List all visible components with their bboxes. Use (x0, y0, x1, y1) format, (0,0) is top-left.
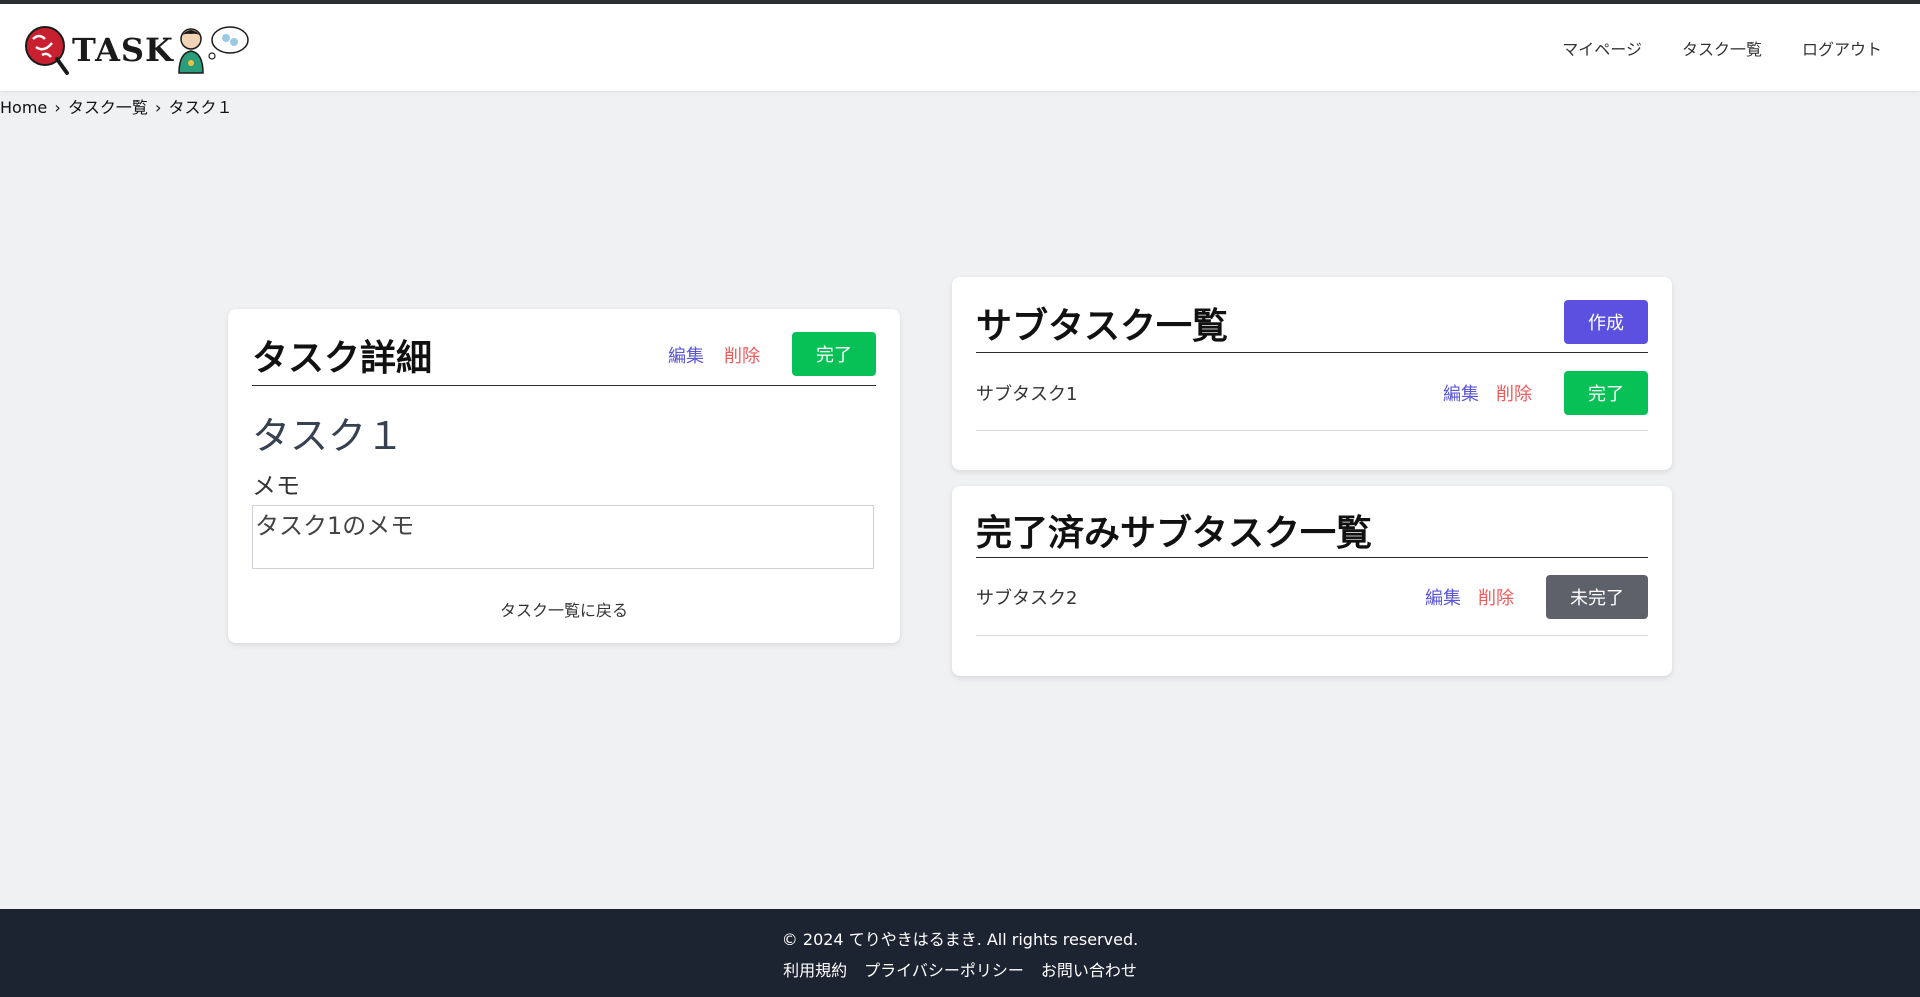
character-icon (176, 25, 206, 75)
subtask-row: サブタスク1 編集 削除 完了 (976, 353, 1648, 431)
main-nav: マイページ タスク一覧 ログアウト (1562, 4, 1882, 91)
completed-subtask-row: サブタスク2 編集 削除 未完了 (976, 558, 1648, 636)
task-name: タスク１ (252, 414, 405, 458)
task-detail-header: タスク詳細 編集 削除 完了 (252, 309, 876, 386)
copyright-text: © 2024 てりやきはるまき. All rights reserved. (781, 930, 1139, 949)
memo-label: メモ (252, 472, 300, 500)
edit-subtask-link[interactable]: 編集 (1443, 380, 1479, 406)
completed-subtask-name: サブタスク2 (976, 588, 1078, 609)
delete-subtask-link[interactable]: 削除 (1496, 380, 1532, 406)
breadcrumb-task-list[interactable]: タスク一覧 (68, 98, 148, 117)
site-header: TASK マイページ タスク一覧 ログアウト (0, 4, 1920, 91)
thought-bubble-icon (206, 24, 250, 62)
edit-completed-subtask-link[interactable]: 編集 (1425, 584, 1461, 610)
breadcrumb: Home › タスク一覧 › タスク１ (0, 94, 234, 118)
memo-field: タスク1のメモ (252, 505, 874, 569)
complete-subtask-button[interactable]: 完了 (1564, 371, 1648, 415)
breadcrumb-separator: › (54, 98, 61, 117)
logo-text: TASK (72, 31, 174, 69)
nav-mypage[interactable]: マイページ (1562, 36, 1642, 60)
delete-task-link[interactable]: 削除 (724, 342, 760, 368)
nav-task-list[interactable]: タスク一覧 (1682, 36, 1762, 60)
site-footer: © 2024 てりやきはるまき. All rights reserved. 利用… (0, 909, 1920, 997)
completed-subtask-list-card: 完了済みサブタスク一覧 サブタスク2 編集 削除 未完了 (952, 486, 1672, 676)
subtask-name: サブタスク1 (976, 384, 1078, 405)
footer-link-terms[interactable]: 利用規約 (783, 957, 847, 981)
uncomplete-subtask-button[interactable]: 未完了 (1546, 575, 1648, 619)
subtask-list-header: サブタスク一覧 作成 (976, 277, 1648, 353)
delete-completed-subtask-link[interactable]: 削除 (1478, 584, 1514, 610)
create-subtask-button[interactable]: 作成 (1564, 300, 1648, 344)
uchiwa-fan-icon (24, 25, 70, 75)
back-to-task-list-link[interactable]: タスク一覧に戻る (228, 597, 900, 621)
task-detail-card: タスク詳細 編集 削除 完了 タスク１ メモ タスク1のメモ タスク一覧に戻る (228, 309, 900, 643)
completed-subtask-list-title: 完了済みサブタスク一覧 (976, 513, 1373, 554)
breadcrumb-separator: › (154, 98, 162, 117)
footer-link-privacy[interactable]: プライバシーポリシー (864, 957, 1024, 981)
subtask-list-card: サブタスク一覧 作成 サブタスク1 編集 削除 完了 (952, 277, 1672, 470)
completed-subtask-list-header: 完了済みサブタスク一覧 (976, 486, 1648, 558)
nav-logout[interactable]: ログアウト (1802, 36, 1882, 60)
memo-value: タスク1のメモ (255, 512, 415, 540)
task-detail-title: タスク詳細 (252, 338, 433, 379)
site-logo[interactable]: TASK (24, 22, 250, 78)
footer-links: 利用規約 プライバシーポリシー お問い合わせ (0, 957, 1920, 981)
breadcrumb-home[interactable]: Home (0, 98, 47, 117)
edit-task-link[interactable]: 編集 (668, 342, 704, 368)
breadcrumb-current: タスク１ (168, 98, 233, 117)
subtask-list-title: サブタスク一覧 (976, 306, 1229, 347)
complete-task-button[interactable]: 完了 (792, 332, 876, 376)
footer-link-contact[interactable]: お問い合わせ (1041, 957, 1137, 981)
